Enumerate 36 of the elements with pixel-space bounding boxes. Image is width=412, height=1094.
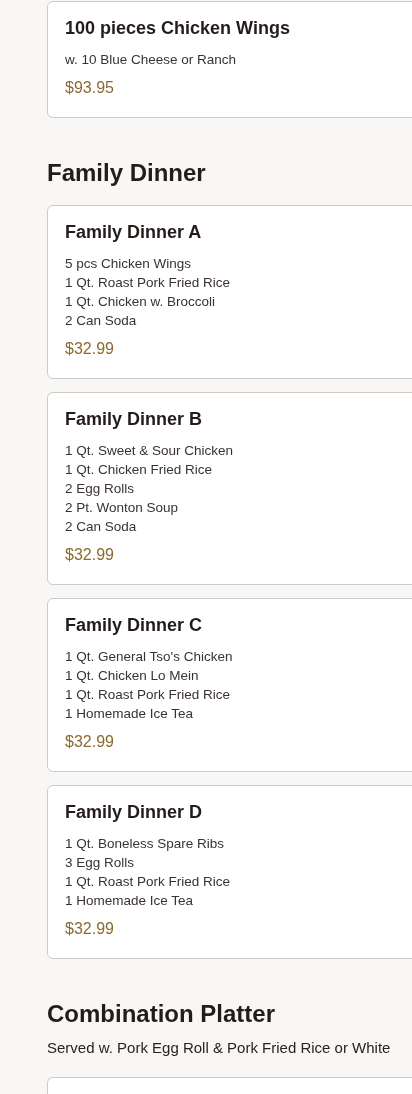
section-heading: Family Dinner — [47, 158, 207, 188]
item-description: w. 10 Blue Cheese or Ranch — [65, 51, 238, 69]
menu-card[interactable]: 100 pieces Chicken Wings w. 10 Blue Cheese or Ranch $93.95 — [47, 1, 412, 118]
item-description: 1 Qt. Roast Pork Fried Rice — [65, 274, 232, 292]
item-name: Family Dinner B — [65, 408, 204, 430]
item-description: 1 Homemade Ice Tea — [65, 892, 195, 910]
item-description: 1 Qt. General Tso's Chicken — [65, 648, 234, 666]
item-description: 1 Qt. Chicken w. Broccoli — [65, 293, 217, 311]
item-description: 1 Qt. Roast Pork Fried Rice — [65, 686, 232, 704]
menu-card[interactable]: Family Dinner C 1 Qt. General Tso's Chicken 1 Qt. Chicken Lo Mein 1 Qt. Roast Pork Fried Rice 1 Homemade Ice Tea $32.99 — [47, 598, 412, 772]
item-price: $93.95 — [65, 78, 115, 98]
menu-card[interactable]: Family Dinner B 1 Qt. Sweet & Sour Chicken 1 Qt. Chicken Fried Rice 2 Egg Rolls 2 Pt. Wonton Soup 2 Can Soda $32.99 — [47, 392, 412, 585]
item-description: 1 Qt. Chicken Lo Mein — [65, 667, 200, 685]
section-note: Served w. Pork Egg Roll & Pork Fried Rice or White — [47, 1038, 392, 1058]
item-price: $32.99 — [65, 919, 115, 939]
item-description: 1 Qt. Chicken Fried Rice — [65, 461, 214, 479]
item-price: $32.99 — [65, 545, 115, 565]
item-description: 1 Homemade Ice Tea — [65, 705, 195, 723]
item-description: 2 Egg Rolls — [65, 480, 136, 498]
item-description: 2 Can Soda — [65, 518, 138, 536]
menu-card[interactable]: Family Dinner D 1 Qt. Boneless Spare Ribs 3 Egg Rolls 1 Qt. Roast Pork Fried Rice 1 Homemade Ice Tea $32.99 — [47, 785, 412, 959]
item-description: 1 Qt. Roast Pork Fried Rice — [65, 873, 232, 891]
item-description: 5 pcs Chicken Wings — [65, 255, 193, 273]
menu-card[interactable]: Family Dinner A 5 pcs Chicken Wings 1 Qt. Roast Pork Fried Rice 1 Qt. Chicken w. Broccoli 2 Can Soda $32.99 — [47, 205, 412, 379]
item-name: 100 pieces Chicken Wings — [65, 17, 291, 39]
item-name: Family Dinner C — [65, 614, 204, 636]
item-name: Family Dinner D — [65, 801, 204, 823]
item-name: Family Dinner A — [65, 221, 203, 243]
item-description: 2 Can Soda — [65, 312, 138, 330]
item-description: 1 Qt. Sweet & Sour Chicken — [65, 442, 235, 460]
item-description: 3 Egg Rolls — [65, 854, 136, 872]
item-description: 2 Pt. Wonton Soup — [65, 499, 180, 517]
item-price: $32.99 — [65, 339, 115, 359]
item-price: $32.99 — [65, 732, 115, 752]
section-heading: Combination Platter — [47, 999, 276, 1029]
item-description: 1 Qt. Boneless Spare Ribs — [65, 835, 226, 853]
